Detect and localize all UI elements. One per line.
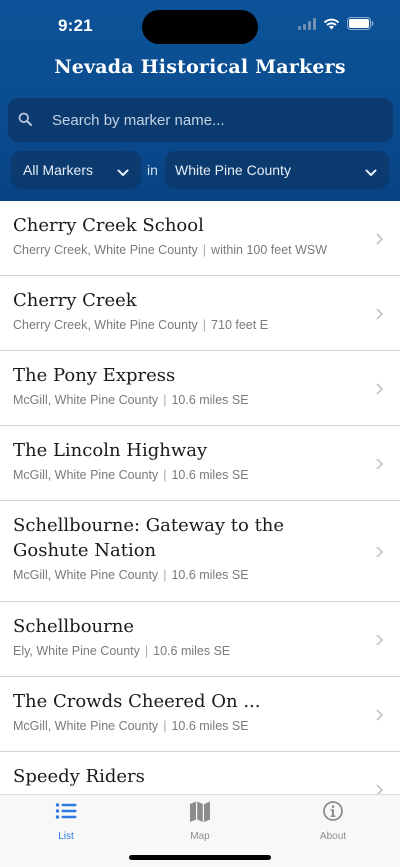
status-icons [298, 17, 374, 35]
marker-list: Cherry Creek School Cherry Creek, White … [0, 201, 400, 794]
chevron-right-icon [376, 232, 384, 250]
marker-subtitle: McGill, White Pine County | 10.6 miles SE [13, 393, 360, 407]
marker-subtitle: McGill, White Pine County | 10.6 miles SE [13, 568, 360, 582]
marker-location: Ely, White Pine County [13, 644, 140, 658]
marker-location: McGill, White Pine County [13, 468, 159, 482]
chevron-right-icon [376, 307, 384, 325]
list-item[interactable]: Speedy Riders [0, 752, 400, 794]
list-item[interactable]: The Lincoln Highway McGill, White Pine C… [0, 426, 400, 501]
chevron-down-icon [365, 164, 377, 180]
list-item[interactable]: Schellbourne: Gateway to the Goshute Nat… [0, 501, 400, 602]
marker-distance: within 100 feet WSW [211, 243, 328, 257]
marker-location: McGill, White Pine County [13, 393, 159, 407]
marker-location: McGill, White Pine County [13, 719, 159, 733]
list-item[interactable]: The Pony Express McGill, White Pine Coun… [0, 351, 400, 426]
marker-title: Schellbourne: Gateway to the Goshute Nat… [13, 515, 285, 561]
map-icon [160, 800, 240, 824]
separator: | [144, 644, 149, 658]
chevron-right-icon [376, 708, 384, 726]
county-select[interactable]: White Pine County [165, 151, 389, 189]
app-title: Nevada Historical Markers [54, 56, 346, 78]
marker-subtitle: McGill, White Pine County | 10.6 miles SE [13, 468, 360, 482]
app-screen: 9:21 Nevada Historical Markers Search by… [0, 0, 400, 867]
tab-label: List [58, 831, 74, 842]
marker-title: Schellbourne [13, 616, 134, 637]
cellular-signal-icon [298, 17, 316, 35]
marker-subtitle: Cherry Creek, White Pine County | 710 feet… [13, 318, 360, 332]
separator: | [202, 243, 207, 257]
marker-distance: 710 feet E [211, 318, 269, 332]
wifi-icon [323, 17, 340, 35]
marker-title: The Crowds Cheered On ... [13, 691, 261, 712]
list-item[interactable]: Schellbourne Ely, White Pine County | 10.6… [0, 602, 400, 677]
marker-distance: 10.6 miles SE [171, 719, 249, 733]
home-indicator[interactable] [129, 855, 271, 860]
battery-icon [347, 17, 374, 35]
tab-label: Map [190, 831, 210, 842]
chevron-right-icon [376, 457, 384, 475]
marker-location: Cherry Creek, White Pine County [13, 243, 198, 257]
separator: | [163, 719, 167, 733]
list-icon [26, 800, 106, 824]
marker-title: Cherry Creek [13, 290, 137, 311]
separator: | [202, 318, 207, 332]
search-icon [18, 112, 32, 131]
marker-title: Cherry Creek School [13, 215, 204, 236]
separator: | [163, 568, 167, 582]
search-box[interactable] [8, 98, 393, 142]
tab-about[interactable]: About [293, 800, 373, 848]
header: 9:21 Nevada Historical Markers Search by… [0, 0, 400, 201]
list-item[interactable]: Cherry Creek Cherry Creek, White Pine Co… [0, 276, 400, 351]
chevron-right-icon [376, 545, 384, 563]
marker-subtitle: McGill, White Pine County | 10.6 miles SE [13, 719, 360, 733]
filter-connector-label: in [147, 162, 158, 178]
chevron-right-icon [376, 382, 384, 400]
chevron-right-icon [376, 633, 384, 651]
category-select[interactable]: All Markers [11, 151, 141, 189]
county-select-value: White Pine County [175, 162, 291, 178]
status-bar: 9:21 [0, 0, 400, 54]
chevron-right-icon [376, 783, 384, 794]
marker-distance: 10.6 miles SE [171, 568, 249, 582]
marker-distance: 10.6 miles SE [171, 393, 249, 407]
tab-list[interactable]: List [26, 800, 106, 848]
marker-title: Speedy Riders [13, 766, 145, 787]
chevron-down-icon [117, 164, 129, 180]
status-time: 9:21 [58, 16, 93, 35]
separator: | [163, 468, 167, 482]
list-item[interactable]: The Crowds Cheered On ... McGill, White … [0, 677, 400, 752]
marker-subtitle: Cherry Creek, White Pine County | within 1… [13, 243, 360, 257]
separator: | [163, 393, 167, 407]
marker-distance: 10.6 miles SE [153, 644, 231, 658]
marker-title: The Pony Express [13, 365, 176, 386]
marker-location: McGill, White Pine County [13, 568, 159, 582]
search-input[interactable] [44, 98, 384, 142]
list-item[interactable]: Cherry Creek School Cherry Creek, White … [0, 201, 400, 276]
marker-location: Cherry Creek, White Pine County [13, 318, 198, 332]
marker-title: The Lincoln Highway [13, 440, 208, 461]
category-select-value: All Markers [23, 162, 94, 178]
dynamic-island [142, 10, 258, 44]
tab-label: About [319, 831, 347, 842]
marker-distance: 10.6 miles SE [171, 468, 249, 482]
tab-map[interactable]: Map [160, 800, 240, 848]
marker-subtitle: Ely, White Pine County | 10.6 miles SE [13, 644, 360, 658]
info-icon [293, 800, 373, 824]
